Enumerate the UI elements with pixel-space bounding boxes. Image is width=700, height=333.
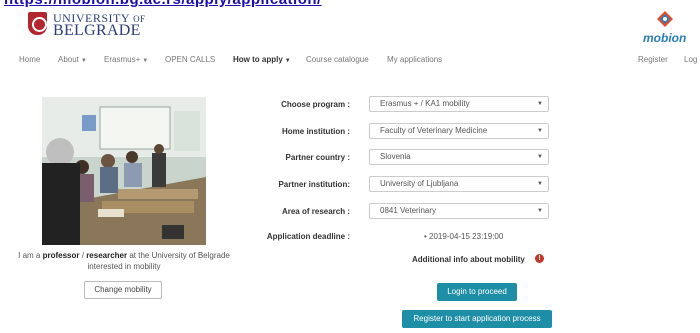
nav-about[interactable]: About ▼ [58, 55, 87, 64]
university-logo-line2[interactable]: BELGRADE [53, 22, 141, 40]
nav-home[interactable]: Home [19, 55, 40, 64]
chevron-down-icon: ▼ [537, 128, 543, 134]
login-to-proceed-button[interactable]: Login to proceed [437, 283, 517, 301]
home-institution-select[interactable]: Faculty of Veterinary Medicine ▼ [369, 123, 549, 139]
partner-country-label: Partner country : [285, 153, 350, 162]
chevron-down-icon: ▼ [537, 181, 543, 187]
chevron-down-icon: ▼ [537, 208, 543, 214]
browser-url-strip: https://mobion.bg.ac.rs/apply/applicatio… [0, 0, 700, 9]
nav-erasmus[interactable]: Erasmus+ ▼ [104, 55, 148, 64]
application-deadline-value: • 2019-04-15 23:19:00 [424, 232, 504, 241]
mobion-logo-icon[interactable] [657, 11, 673, 27]
partner-country-select[interactable]: Slovenia ▼ [369, 149, 549, 165]
profile-caption: I am a professor / researcher at the Uni… [18, 251, 230, 271]
chevron-down-icon: ▼ [537, 154, 543, 160]
chevron-down-icon: ▼ [284, 58, 291, 64]
site-header: UNIVERSITY OF BELGRADE mobion [0, 9, 700, 49]
main-navigation: Home About ▼ Erasmus+ ▼ OPEN CALLS How to … [0, 55, 700, 69]
program-select[interactable]: Erasmus + / KA1 mobility ▼ [369, 96, 549, 112]
nav-register[interactable]: Register [638, 55, 668, 64]
area-of-research-select[interactable]: 0841 Veterinary ▼ [369, 203, 549, 219]
change-mobility-button[interactable]: Change mobility [84, 281, 162, 299]
university-crest-icon[interactable] [28, 12, 47, 35]
browser-url[interactable]: https://mobion.bg.ac.rs/apply/applicatio… [4, 0, 322, 8]
info-icon[interactable]: ! [535, 254, 544, 263]
chevron-down-icon: ▼ [142, 58, 149, 64]
nav-login[interactable]: Log [684, 55, 697, 64]
program-label: Choose program : [281, 100, 350, 109]
partner-institution-select[interactable]: University of Ljubljana ▼ [369, 176, 549, 192]
additional-info-title: Additional info about mobility [412, 255, 525, 264]
role-professor: professor [42, 251, 80, 260]
partner-institution-label: Partner institution: [278, 180, 350, 189]
chevron-down-icon: ▼ [537, 101, 543, 107]
role-researcher: researcher [86, 251, 128, 260]
nav-how-to-apply[interactable]: How to apply ▼ [233, 55, 291, 64]
home-institution-label: Home institution : [282, 127, 350, 136]
nav-my-applications[interactable]: My applications [387, 55, 442, 64]
mobion-logo-text[interactable]: mobion [643, 31, 686, 45]
area-of-research-label: Area of research : [281, 207, 350, 216]
nav-open-calls[interactable]: OPEN CALLS [165, 55, 215, 64]
register-to-apply-button[interactable]: Register to start application process [402, 310, 552, 328]
nav-course-catalogue[interactable]: Course catalogue [306, 55, 369, 64]
chevron-down-icon: ▼ [80, 58, 87, 64]
application-deadline-label: Application deadline : [266, 232, 350, 241]
classroom-photo [42, 97, 206, 245]
